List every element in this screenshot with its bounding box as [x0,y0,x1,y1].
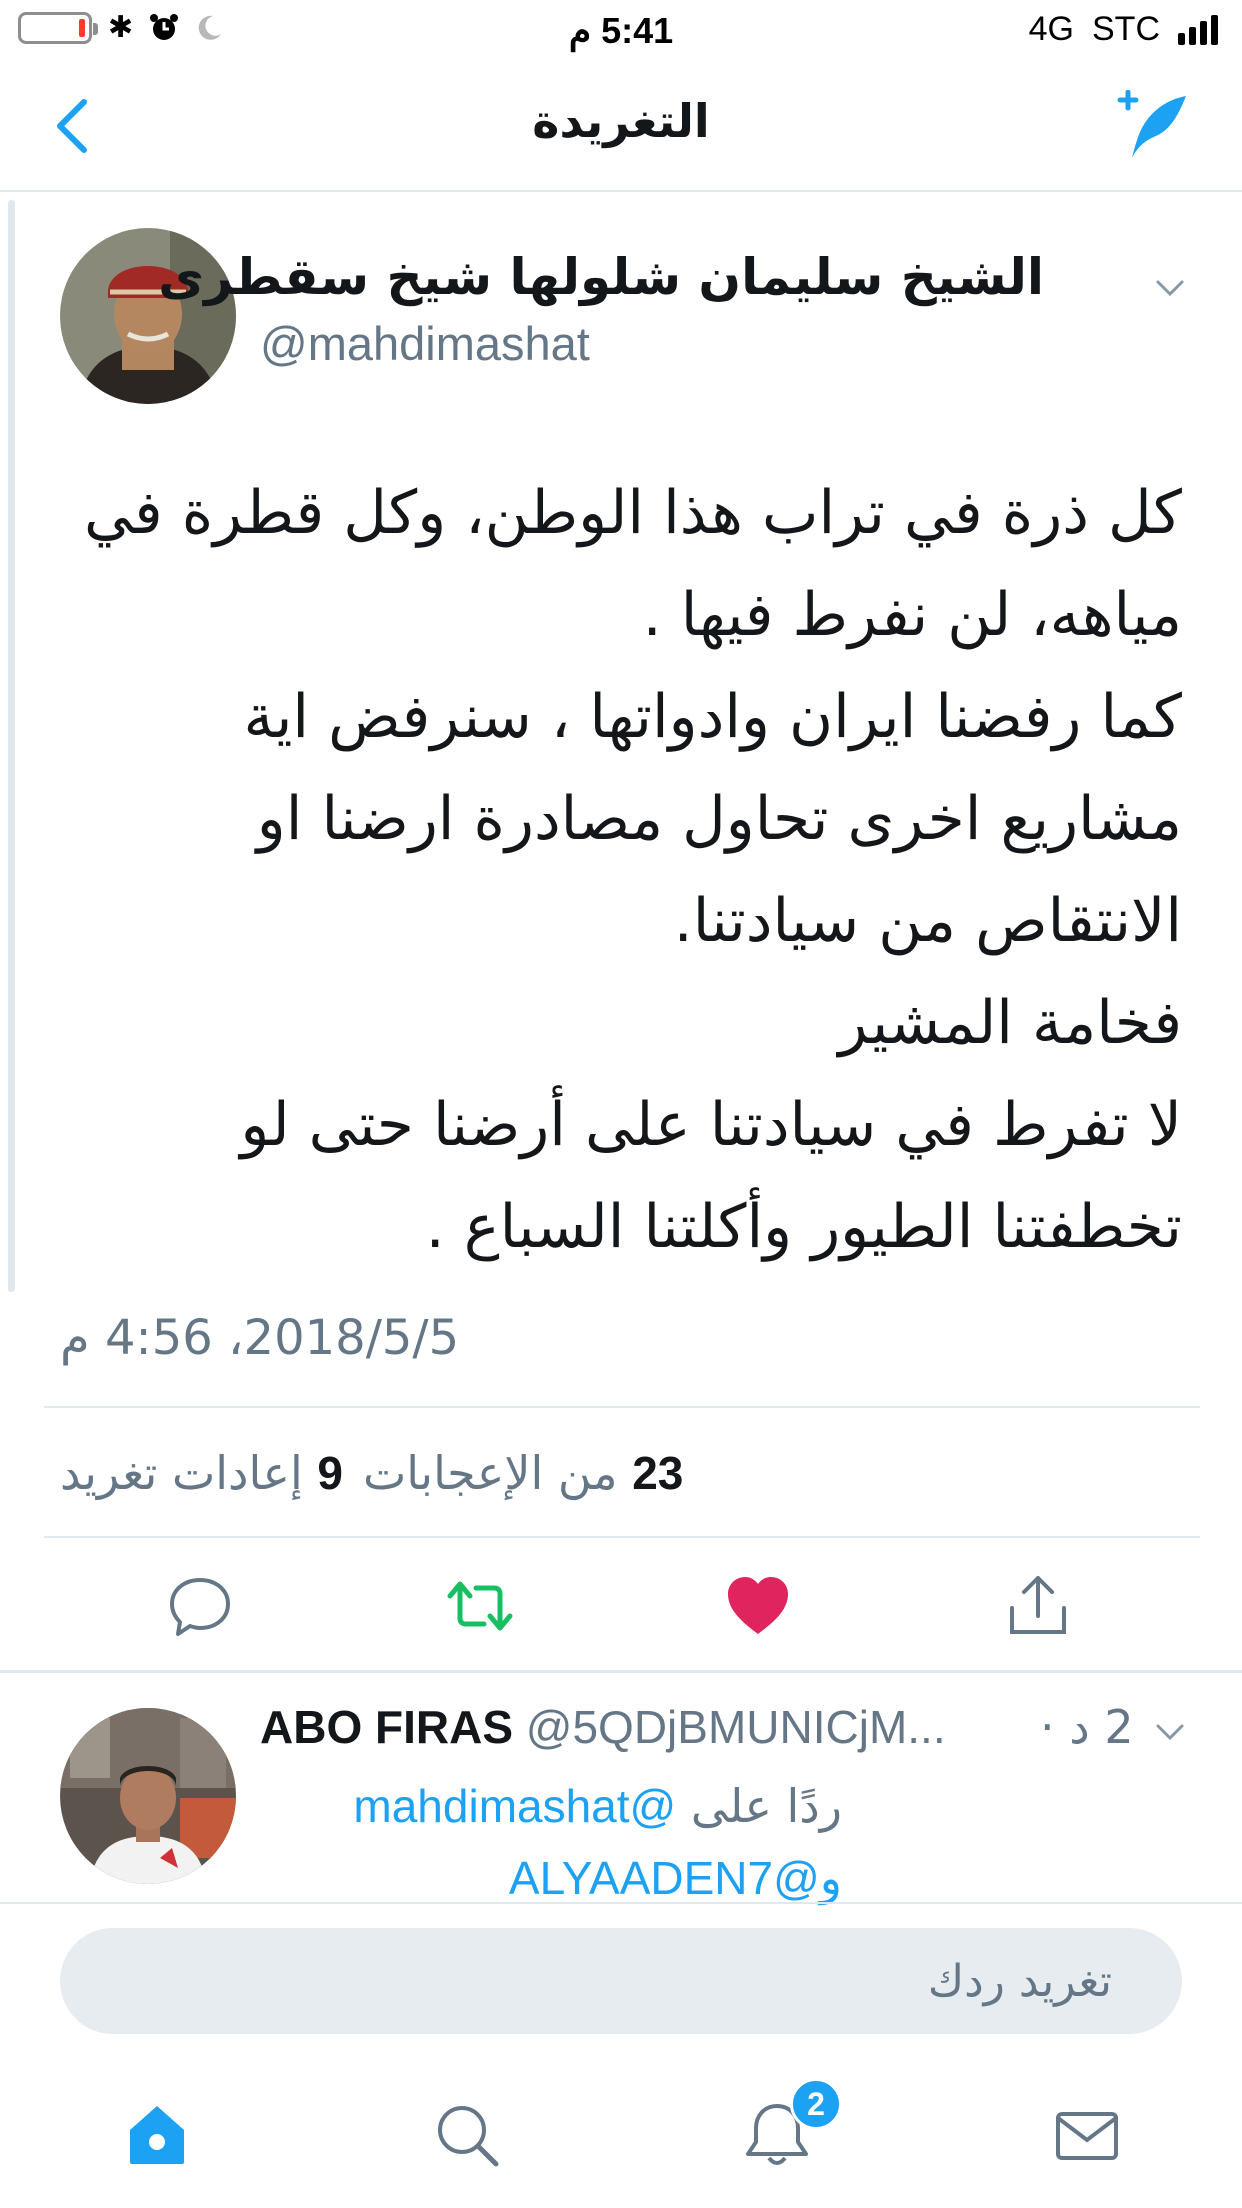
like-heart-icon[interactable] [724,1572,792,1640]
tweet-stats: 23 من الإعجابات 9 إعادات تغريد [60,1446,683,1500]
share-icon[interactable] [1004,1572,1072,1640]
tweet-text-line: كل ذرة في تراب هذا الوطن، وكل قطرة في [83,478,1182,548]
compose-tweet-icon[interactable] [1112,90,1192,162]
tweet-text-line: كما رفضنا ايران وادواتها ، سنرفض اية [243,682,1182,752]
retweets-label: إعادات تغريد [60,1446,303,1500]
reply-author-name: ABO FIRAS [260,1701,513,1753]
likes-label: من الإعجابات [362,1446,618,1500]
tweet-text-line: الانتقاص من سيادتنا. [673,886,1182,956]
tweet-text: كل ذرة في تراب هذا الوطن، وكل قطرة في مي… [83,462,1182,1278]
status-right-icons: 4G STC [1029,10,1218,49]
divider [44,1536,1200,1538]
tweet-options-chevron-icon[interactable] [1152,270,1188,306]
author-handle[interactable]: @mahdimashat [260,316,590,371]
tweet-text-line: لا تفرط في سيادتنا على أرضنا حتى لو [240,1090,1182,1160]
reply-input[interactable] [60,1928,1182,2034]
notifications-badge: 2 [790,2078,842,2130]
tweet-timestamp: 2018/5/5، 4:56 م [60,1310,460,1366]
tweet-text-line: مشاريع اخرى تحاول مصادرة ارضنا او [256,784,1182,854]
replying-to-label: ردًا على [690,1779,842,1833]
reply-author-handle: @5QDjBMUNICjM... [525,1701,946,1753]
author-name[interactable]: الشيخ سليمان شلولها شيخ سقطرى [158,248,1044,306]
reply-composer-bar [0,1902,1242,2042]
tweet-text-line: فخامة المشير [838,988,1182,1058]
thread-indicator-line [8,200,15,1292]
search-icon[interactable] [432,2100,502,2170]
mention-link[interactable]: و@ALYAADEN7 [509,1852,842,1904]
tab-bar [0,2060,1242,2208]
divider [0,1670,1242,1673]
likes-count: 23 [632,1447,684,1499]
divider [44,1406,1200,1408]
replying-to: ردًا على @mahdimashat و@ALYAADEN7 [353,1770,842,1914]
home-icon[interactable] [122,2100,192,2170]
navigation-bar: التغريدة [0,64,1242,192]
page-title: التغريدة [532,94,710,148]
reply-icon[interactable] [166,1572,234,1640]
reply-author[interactable]: ABO FIRAS @5QDjBMUNICjM... [260,1700,946,1754]
signal-strength-icon [1178,14,1218,45]
tweet-text-line: مياهه، لن نفرط فيها . [642,580,1182,650]
status-bar: ✱ 5:41 م 4G STC [0,0,1242,64]
reply-time: 2 د · [1040,1700,1134,1754]
carrier-name: STC [1092,10,1160,48]
retweets-count: 9 [317,1447,343,1499]
retweet-icon[interactable] [446,1572,514,1640]
mention-link[interactable]: @mahdimashat [353,1780,676,1832]
reply-author-avatar[interactable] [60,1708,236,1884]
network-type: 4G [1028,10,1074,48]
messages-envelope-icon[interactable] [1052,2100,1122,2170]
retweets-stat[interactable]: 9 إعادات تغريد [60,1446,343,1500]
tweet-text-line: تخطفتنا الطيور وأكلتنا السباع . [425,1192,1182,1262]
likes-stat[interactable]: 23 من الإعجابات [363,1446,683,1500]
reply-options-chevron-icon[interactable] [1152,1714,1188,1750]
